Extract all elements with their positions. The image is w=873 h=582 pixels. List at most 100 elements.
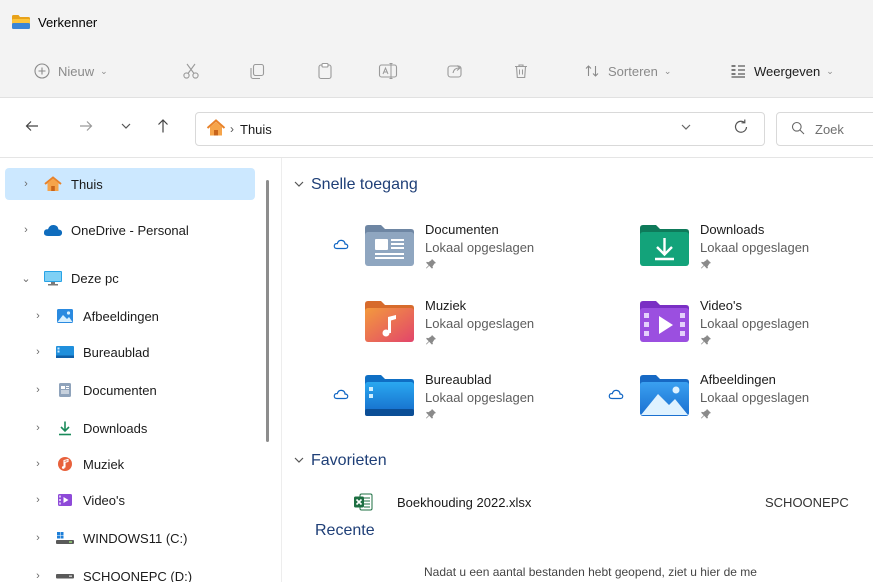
- sidebar-item-label: Muziek: [83, 456, 125, 472]
- sidebar-item-muziek[interactable]: › Muziek: [5, 448, 255, 480]
- group-snelle-toegang[interactable]: Snelle toegang: [293, 176, 418, 194]
- excel-icon: [353, 492, 373, 512]
- chevron-right-icon[interactable]: ›: [29, 570, 47, 582]
- address-bar[interactable]: › Thuis: [195, 112, 765, 146]
- chevron-right-icon[interactable]: ›: [17, 178, 35, 190]
- scissors-icon: [182, 62, 200, 80]
- copy-icon: [248, 62, 266, 80]
- pin-icon: [425, 258, 437, 270]
- tile-subtitle: Lokaal opgeslagen: [700, 390, 810, 405]
- sidebar-item-videos[interactable]: › Video's: [5, 484, 255, 516]
- rename-button[interactable]: [378, 44, 398, 98]
- sidebar-item-label: WINDOWS11 (C:): [83, 530, 188, 546]
- chevron-right-icon[interactable]: ›: [29, 532, 47, 544]
- list-item[interactable]: Boekhouding 2022.xlsx SCHOONEPC: [353, 490, 873, 514]
- chevron-down-icon: [293, 178, 305, 193]
- address-dropdown-icon[interactable]: [680, 121, 692, 136]
- pin-icon: [700, 408, 712, 420]
- sidebar-item-afbeeldingen[interactable]: › Afbeeldingen: [5, 300, 255, 332]
- quick-access-tile-downloads[interactable]: Downloads Lokaal opgeslagen: [608, 220, 868, 280]
- chevron-right-icon[interactable]: ›: [29, 384, 47, 396]
- drive-icon: [55, 568, 75, 582]
- new-button-label: Nieuw: [58, 63, 95, 79]
- favorite-file-location: SCHOONEPC: [765, 494, 849, 510]
- sidebar-item-documenten[interactable]: › Documenten: [5, 374, 255, 406]
- chevron-right-icon[interactable]: ›: [17, 224, 35, 236]
- sidebar-item-thuis[interactable]: › Thuis: [5, 168, 255, 200]
- videos-folder-icon: [636, 296, 692, 344]
- music-icon: [55, 456, 75, 472]
- sidebar-item-deze-pc[interactable]: ⌄ Deze pc: [5, 262, 255, 294]
- rename-icon: [378, 62, 398, 80]
- pin-icon: [700, 258, 712, 270]
- sort-button-label: Sorteren: [608, 63, 658, 79]
- up-button[interactable]: [156, 98, 170, 158]
- sidebar-item-downloads[interactable]: › Downloads: [5, 412, 255, 444]
- chevron-down-icon[interactable]: ⌄: [17, 272, 35, 285]
- recent-empty-message: Nadat u een aantal bestanden hebt geopen…: [424, 565, 757, 579]
- desktop-folder-icon: [361, 370, 417, 418]
- recent-locations-button[interactable]: [120, 98, 132, 158]
- back-button[interactable]: [24, 98, 40, 158]
- chevron-right-icon[interactable]: ›: [29, 494, 47, 506]
- tile-subtitle: Lokaal opgeslagen: [425, 240, 535, 255]
- group-header-label: Favorieten: [311, 452, 387, 469]
- search-box[interactable]: Zoek: [776, 112, 873, 146]
- refresh-icon[interactable]: [732, 118, 750, 141]
- content-pane: Snelle toegang Documenten Lokaal opgesla…: [283, 158, 873, 582]
- group-favorieten[interactable]: Favorieten: [293, 452, 387, 470]
- quick-access-tile-afbeeldingen[interactable]: Afbeeldingen Lokaal opgeslagen: [608, 370, 868, 430]
- share-button[interactable]: [446, 44, 464, 98]
- sidebar-item-schoonepc-d[interactable]: › SCHOONEPC (D:): [5, 560, 255, 582]
- favorite-file-name: Boekhouding 2022.xlsx: [397, 494, 532, 510]
- desktop-icon: [55, 344, 75, 360]
- music-folder-icon: [361, 296, 417, 344]
- delete-button[interactable]: [512, 44, 530, 98]
- chevron-right-icon[interactable]: ›: [29, 422, 47, 434]
- group-recente[interactable]: Recente: [315, 522, 375, 540]
- pin-icon: [425, 408, 437, 420]
- view-button[interactable]: Weergeven ⌄: [730, 44, 834, 98]
- pictures-folder-icon: [636, 370, 692, 418]
- tile-subtitle: Lokaal opgeslagen: [425, 390, 535, 405]
- sidebar-item-onedrive[interactable]: › OneDrive - Personal: [5, 214, 255, 246]
- forward-button[interactable]: [78, 98, 94, 158]
- paste-button[interactable]: [316, 44, 334, 98]
- window-title: Verkenner: [38, 14, 98, 30]
- pin-icon: [425, 334, 437, 346]
- sidebar-scrollbar-thumb[interactable]: [266, 180, 269, 442]
- sort-icon: [584, 63, 600, 79]
- sidebar-item-label: Bureaublad: [83, 344, 150, 360]
- quick-access-tile-documenten[interactable]: Documenten Lokaal opgeslagen: [333, 220, 593, 280]
- arrow-right-icon: [78, 118, 94, 139]
- tile-subtitle: Lokaal opgeslagen: [425, 316, 535, 331]
- arrow-up-icon: [156, 118, 170, 139]
- chevron-right-icon[interactable]: ›: [29, 310, 47, 322]
- share-icon: [446, 62, 464, 80]
- tile-subtitle: Lokaal opgeslagen: [700, 240, 810, 255]
- command-bar: Nieuw ⌄ Sorteren ⌄ Weergeven ⌄: [0, 44, 873, 98]
- sidebar-item-bureaublad[interactable]: › Bureaublad: [5, 336, 255, 368]
- new-button[interactable]: Nieuw ⌄: [34, 44, 108, 98]
- clipboard-icon: [316, 62, 334, 80]
- tile-name: Video's: [700, 298, 742, 313]
- chevron-right-icon[interactable]: ›: [29, 458, 47, 470]
- video-icon: [55, 492, 75, 508]
- documents-folder-icon: [361, 220, 417, 268]
- quick-access-tile-bureaublad[interactable]: Bureaublad Lokaal opgeslagen: [333, 370, 593, 430]
- copy-button[interactable]: [248, 44, 266, 98]
- sort-button[interactable]: Sorteren ⌄: [584, 44, 671, 98]
- cut-button[interactable]: [182, 44, 200, 98]
- cloud-icon: [333, 238, 351, 252]
- sidebar-item-label: Deze pc: [71, 270, 119, 286]
- sidebar-item-windows11-c[interactable]: › WINDOWS11 (C:): [5, 522, 255, 554]
- breadcrumb-thuis[interactable]: Thuis: [240, 122, 272, 137]
- cloud-icon: [608, 388, 626, 402]
- onedrive-icon: [43, 222, 63, 238]
- sidebar-item-label: Afbeeldingen: [83, 308, 159, 324]
- quick-access-tile-muziek[interactable]: Muziek Lokaal opgeslagen: [333, 296, 593, 356]
- cloud-icon: [333, 388, 351, 402]
- plus-circle-icon: [34, 63, 50, 79]
- quick-access-tile-videos[interactable]: Video's Lokaal opgeslagen: [608, 296, 868, 356]
- chevron-right-icon[interactable]: ›: [29, 346, 47, 358]
